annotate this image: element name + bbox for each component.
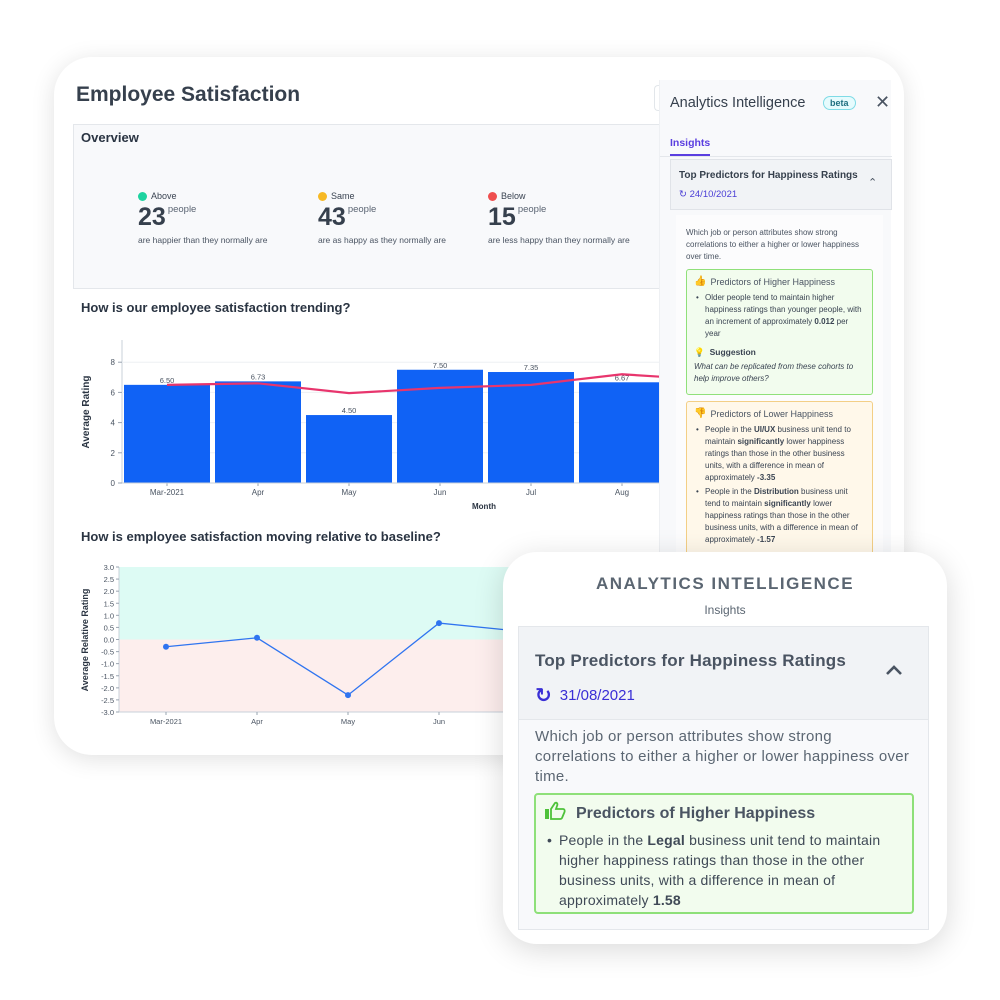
- data-point: [254, 634, 260, 641]
- list-item: People in the UI/UX business unit tend t…: [694, 424, 865, 484]
- y-tick-label: -0.5: [101, 648, 114, 657]
- predictors-higher-heading: Predictors of Higher Happiness: [710, 277, 836, 287]
- predictor-text: People in the: [705, 487, 754, 496]
- y-tick-label: 1.5: [104, 599, 114, 608]
- x-tick-label: May: [341, 717, 355, 726]
- thumbs-up-icon: [544, 801, 566, 826]
- predictor-value: -3.35: [757, 473, 776, 482]
- list-item: Older people tend to maintain higher hap…: [694, 292, 865, 340]
- insight-header[interactable]: Top Predictors for Happiness Ratings ↻ 2…: [670, 159, 892, 210]
- chevron-up-icon[interactable]: ⌃: [868, 176, 877, 189]
- popup-predictors-higher-box: Predictors of Higher Happiness People in…: [534, 793, 914, 914]
- popup-insight-card: Top Predictors for Happiness Ratings ↻ 3…: [518, 626, 929, 930]
- list-item: People in the Distribution business unit…: [694, 486, 865, 546]
- y-tick-label: -2.0: [101, 684, 114, 693]
- y-tick-label: 3.0: [104, 563, 114, 572]
- close-icon[interactable]: ✕: [875, 92, 890, 113]
- refresh-icon[interactable]: ↻: [535, 683, 552, 708]
- refresh-icon[interactable]: ↻: [679, 189, 687, 200]
- x-tick-label: Mar-2021: [150, 717, 182, 726]
- data-point: [345, 692, 351, 699]
- x-tick-label: Jun: [433, 717, 445, 726]
- insight-description: Which job or person attributes show stro…: [686, 228, 859, 261]
- thumbs-down-icon: 👎: [694, 408, 707, 419]
- analytics-popup-card: ANALYTICS INTELLIGENCE Insights Top Pred…: [503, 552, 947, 944]
- y-tick-label: 2.5: [104, 575, 114, 584]
- business-unit: Distribution: [753, 487, 799, 496]
- popup-subtitle: Insights: [704, 603, 746, 617]
- predictor-value: -1.57: [757, 535, 776, 544]
- insight-title: Top Predictors for Happiness Ratings: [679, 170, 858, 181]
- side-panel-title: Analytics Intelligence: [670, 95, 806, 111]
- predictors-lower-box: 👎 Predictors of Lower Happiness People i…: [686, 401, 873, 561]
- beta-badge: beta: [823, 96, 856, 110]
- y-tick-label: -2.5: [101, 696, 114, 705]
- y-tick-label: 1.0: [104, 611, 114, 620]
- suggestion-heading: Suggestion: [709, 347, 756, 357]
- list-item: People in the Legal business unit tend t…: [544, 830, 904, 910]
- emphasis: significantly: [764, 499, 811, 508]
- predictor-value: 0.012: [814, 317, 835, 326]
- thumbs-up-icon: 👍: [694, 276, 707, 287]
- business-unit: Legal: [647, 832, 685, 848]
- insight-date: 24/10/2021: [689, 189, 738, 200]
- chevron-up-icon[interactable]: [885, 663, 903, 681]
- predictor-value: 1.58: [652, 892, 681, 908]
- y-axis-label: Average Relative Rating: [80, 589, 90, 692]
- popup-insight-date: 31/08/2021: [559, 687, 635, 704]
- y-tick-label: 0.5: [104, 623, 114, 632]
- popup-title: ANALYTICS INTELLIGENCE: [595, 574, 855, 593]
- x-tick-label: Apr: [251, 717, 263, 726]
- insight-date-row: ↻ 24/10/2021: [679, 189, 737, 200]
- tab-divider: [660, 156, 892, 157]
- popup-insight-header[interactable]: Top Predictors for Happiness Ratings ↻ 3…: [519, 627, 928, 720]
- y-tick-label: 2.0: [104, 587, 114, 596]
- popup-date-row: ↻ 31/08/2021: [535, 683, 635, 708]
- data-point: [436, 620, 442, 627]
- tab-insights[interactable]: Insights: [670, 137, 711, 156]
- y-tick-label: -1.0: [101, 660, 114, 669]
- data-point: [163, 643, 169, 650]
- suggestion-text: What can be replicated from these cohort…: [694, 362, 854, 383]
- emphasis: significantly: [737, 437, 785, 446]
- popup-insight-description: Which job or person attributes show stro…: [535, 728, 910, 785]
- predictor-text: People in the: [559, 832, 648, 848]
- predictor-text: People in the: [705, 425, 754, 434]
- y-tick-label: 0.0: [104, 636, 114, 645]
- predictors-lower-heading: Predictors of Lower Happiness: [710, 409, 834, 419]
- business-unit: UI/UX: [753, 425, 776, 434]
- popup-insight-title: Top Predictors for Happiness Ratings: [535, 651, 847, 670]
- y-tick-label: -1.5: [101, 672, 114, 681]
- popup-predictors-higher-heading: Predictors of Higher Happiness: [576, 804, 816, 822]
- lightbulb-icon: 💡: [694, 347, 705, 357]
- y-tick-label: -3.0: [101, 708, 114, 717]
- predictors-higher-box: 👍 Predictors of Higher Happiness Older p…: [686, 269, 873, 395]
